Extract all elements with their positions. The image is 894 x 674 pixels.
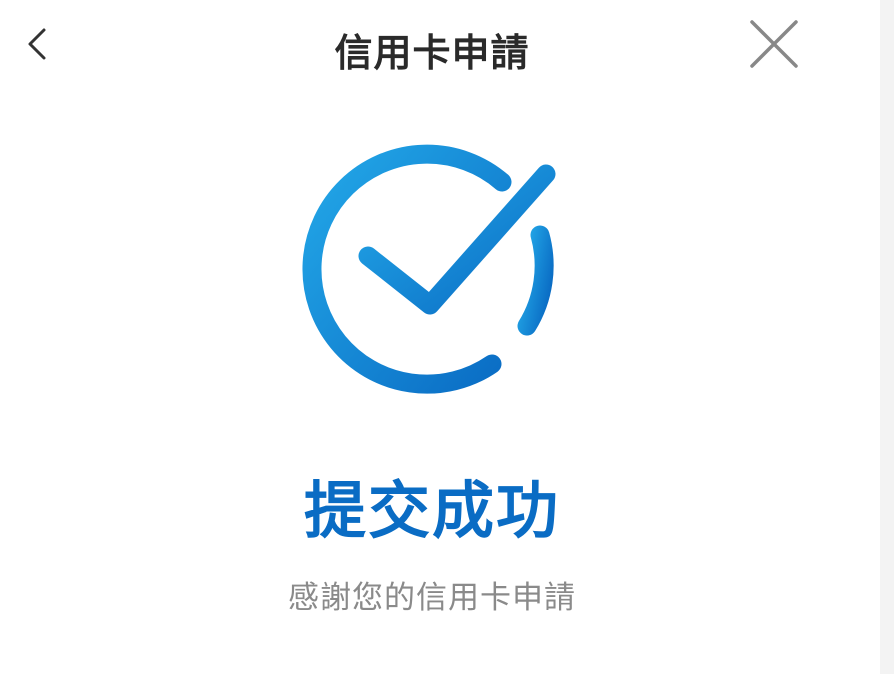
close-icon: [750, 20, 798, 68]
page-title: 信用卡申請: [334, 31, 530, 75]
app-header: 信用卡申請: [0, 0, 880, 92]
close-button[interactable]: [744, 14, 804, 74]
success-check-area: [300, 140, 570, 410]
success-message: 感謝您的信用卡申請: [288, 580, 576, 616]
right-edge-strip: [880, 0, 894, 674]
success-title: 提交成功: [303, 474, 560, 547]
check-circle-icon: [302, 144, 556, 394]
success-screen: 信用卡申請 提交成功 感謝您的信用卡申請: [0, 0, 894, 674]
